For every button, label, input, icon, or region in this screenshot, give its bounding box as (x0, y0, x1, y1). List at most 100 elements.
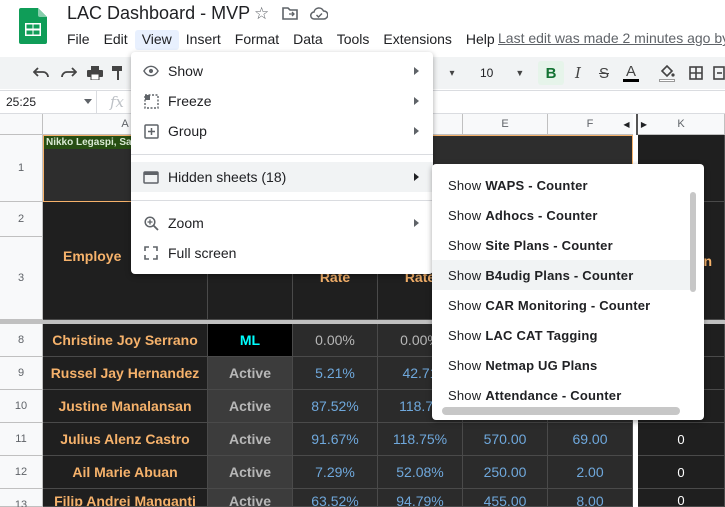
status-cell[interactable]: Active (208, 456, 293, 489)
employee-name-cell[interactable]: Justine Manalansan (43, 390, 208, 423)
hidden-sheet-name: Netmap UG Plans (485, 357, 598, 373)
employee-name-cell[interactable]: Christine Joy Serrano (43, 324, 208, 357)
hidden-sheet-item[interactable]: Show B4udig Plans - Counter (432, 260, 690, 290)
name-box[interactable]: 25:25 (0, 91, 97, 113)
status-cell[interactable]: ML (208, 324, 293, 357)
redo-icon[interactable] (58, 61, 80, 85)
menu-help[interactable]: Help (459, 30, 502, 50)
hidden-sheet-item[interactable]: Show WAPS - Counter (432, 170, 690, 200)
status-cell[interactable]: Active (208, 423, 293, 456)
e-cell[interactable]: 570.00 (463, 423, 548, 456)
rate2-cell[interactable]: 118.75% (378, 423, 463, 456)
view-menu-show[interactable]: Show (131, 56, 433, 86)
hidden-sheet-item[interactable]: Show Adhocs - Counter (432, 200, 690, 230)
employee-name-cell[interactable]: Filip Andrei Manganti (43, 489, 208, 507)
f-cell[interactable]: 2.00 (548, 456, 633, 489)
row-label: 2 (17, 213, 25, 225)
paint-format-icon[interactable] (110, 61, 126, 85)
row-label: 8 (17, 334, 25, 346)
row-header-13[interactable]: 13 (0, 489, 43, 507)
rate1-cell[interactable]: 5.21% (293, 357, 378, 390)
menu-tools[interactable]: Tools (330, 30, 377, 50)
view-menu-group[interactable]: Group (131, 116, 433, 146)
view-menu-zoom[interactable]: Zoom (131, 208, 433, 238)
row-header-12[interactable]: 12 (0, 456, 43, 489)
menu-file[interactable]: File (60, 30, 97, 50)
menu-view[interactable]: View (134, 30, 179, 50)
k-cell[interactable]: 0 (638, 489, 725, 507)
status-cell[interactable]: Active (208, 489, 293, 507)
view-menu-full-screen-label: Full screen (168, 245, 237, 261)
star-icon[interactable]: ☆ (254, 4, 269, 24)
font-dropdown-caret-icon[interactable]: ▾ (446, 61, 458, 85)
row-header-1[interactable]: 1 (0, 135, 43, 202)
row-header-8[interactable]: 8 (0, 324, 43, 357)
hidden-columns-left-arrow-icon[interactable]: ◀ (620, 114, 633, 135)
submenu-arrow-icon (414, 67, 419, 75)
sheets-logo-icon[interactable] (19, 8, 47, 44)
undo-icon[interactable] (30, 61, 52, 85)
column-header-e[interactable]: E (463, 114, 548, 135)
rate1-cell[interactable]: 0.00% (293, 324, 378, 357)
row-header-11[interactable]: 11 (0, 423, 43, 456)
hidden-sheet-item[interactable]: Show Attendance - Counter (432, 380, 690, 410)
column-header-k[interactable]: K (650, 114, 725, 135)
submenu-arrow-icon (414, 97, 419, 105)
view-menu-hidden-sheets[interactable]: Hidden sheets (18) (131, 162, 433, 192)
bold-icon[interactable]: B (538, 61, 564, 85)
rate2-cell[interactable]: 94.79% (378, 489, 463, 507)
view-menu-full-screen[interactable]: Full screen (131, 238, 433, 268)
hidden-sheet-item[interactable]: Show LAC CAT Tagging (432, 320, 690, 350)
strikethrough-icon[interactable]: S (594, 61, 614, 85)
employee-name-cell[interactable]: Julius Alenz Castro (43, 423, 208, 456)
hidden-sheet-item[interactable]: Show Netmap UG Plans (432, 350, 690, 380)
hidden-sheet-item[interactable]: Show Site Plans - Counter (432, 230, 690, 260)
name-box-dropdown-icon[interactable] (84, 99, 92, 104)
menu-edit[interactable]: Edit (97, 30, 135, 50)
status-cell[interactable]: Active (208, 390, 293, 423)
hidden-sheet-prefix: Show (448, 267, 482, 283)
select-all-corner[interactable] (0, 114, 43, 135)
borders-icon[interactable] (686, 61, 706, 85)
hidden-columns-right-arrow-icon[interactable]: ▶ (638, 114, 650, 135)
print-icon[interactable] (84, 61, 106, 85)
menu-insert[interactable]: Insert (179, 30, 228, 50)
row-header-3[interactable]: 3 (0, 237, 43, 320)
e-cell[interactable]: 250.00 (463, 456, 548, 489)
menu-extensions[interactable]: Extensions (376, 30, 458, 50)
italic-icon[interactable]: I (568, 61, 588, 85)
rate2-cell[interactable]: 52.08% (378, 456, 463, 489)
employee-name-cell[interactable]: Ail Marie Abuan (43, 456, 208, 489)
rate1-cell[interactable]: 91.67% (293, 423, 378, 456)
cloud-saved-icon[interactable] (310, 7, 329, 25)
fill-color-icon[interactable] (656, 61, 678, 85)
submenu-vertical-scrollbar[interactable] (690, 192, 696, 292)
k-cell[interactable]: 0 (638, 423, 725, 456)
e-cell[interactable]: 455.00 (463, 489, 548, 507)
hidden-sheet-item[interactable]: Show CAR Monitoring - Counter (432, 290, 690, 320)
move-folder-icon[interactable] (282, 6, 298, 25)
row-header-2[interactable]: 2 (0, 202, 43, 237)
row-header-10[interactable]: 10 (0, 390, 43, 423)
submenu-horizontal-scrollbar[interactable] (442, 407, 680, 415)
row-label: 10 (14, 400, 28, 412)
full-screen-icon (143, 245, 159, 261)
menu-data[interactable]: Data (286, 30, 330, 50)
merge-cells-icon[interactable] (712, 61, 725, 85)
row-header-9[interactable]: 9 (0, 357, 43, 390)
last-edit-link[interactable]: Last edit was made 2 minutes ago by A (498, 30, 725, 46)
view-menu-freeze[interactable]: Freeze (131, 86, 433, 116)
f-cell[interactable]: 69.00 (548, 423, 633, 456)
rate1-cell[interactable]: 7.29% (293, 456, 378, 489)
rate1-cell[interactable]: 87.52% (293, 390, 378, 423)
employee-name-cell[interactable]: Russel Jay Hernandez (43, 357, 208, 390)
font-size-select[interactable]: 10 ▼ (468, 61, 528, 85)
menu-format[interactable]: Format (228, 30, 286, 50)
status-cell[interactable]: Active (208, 357, 293, 390)
k-cell[interactable]: 0 (638, 456, 725, 489)
text-color-icon[interactable]: A (620, 61, 642, 85)
f-cell[interactable]: 8.00 (548, 489, 633, 507)
menu-divider (131, 154, 433, 155)
document-title[interactable]: LAC Dashboard - MVP (67, 3, 250, 24)
rate1-cell[interactable]: 63.52% (293, 489, 378, 507)
